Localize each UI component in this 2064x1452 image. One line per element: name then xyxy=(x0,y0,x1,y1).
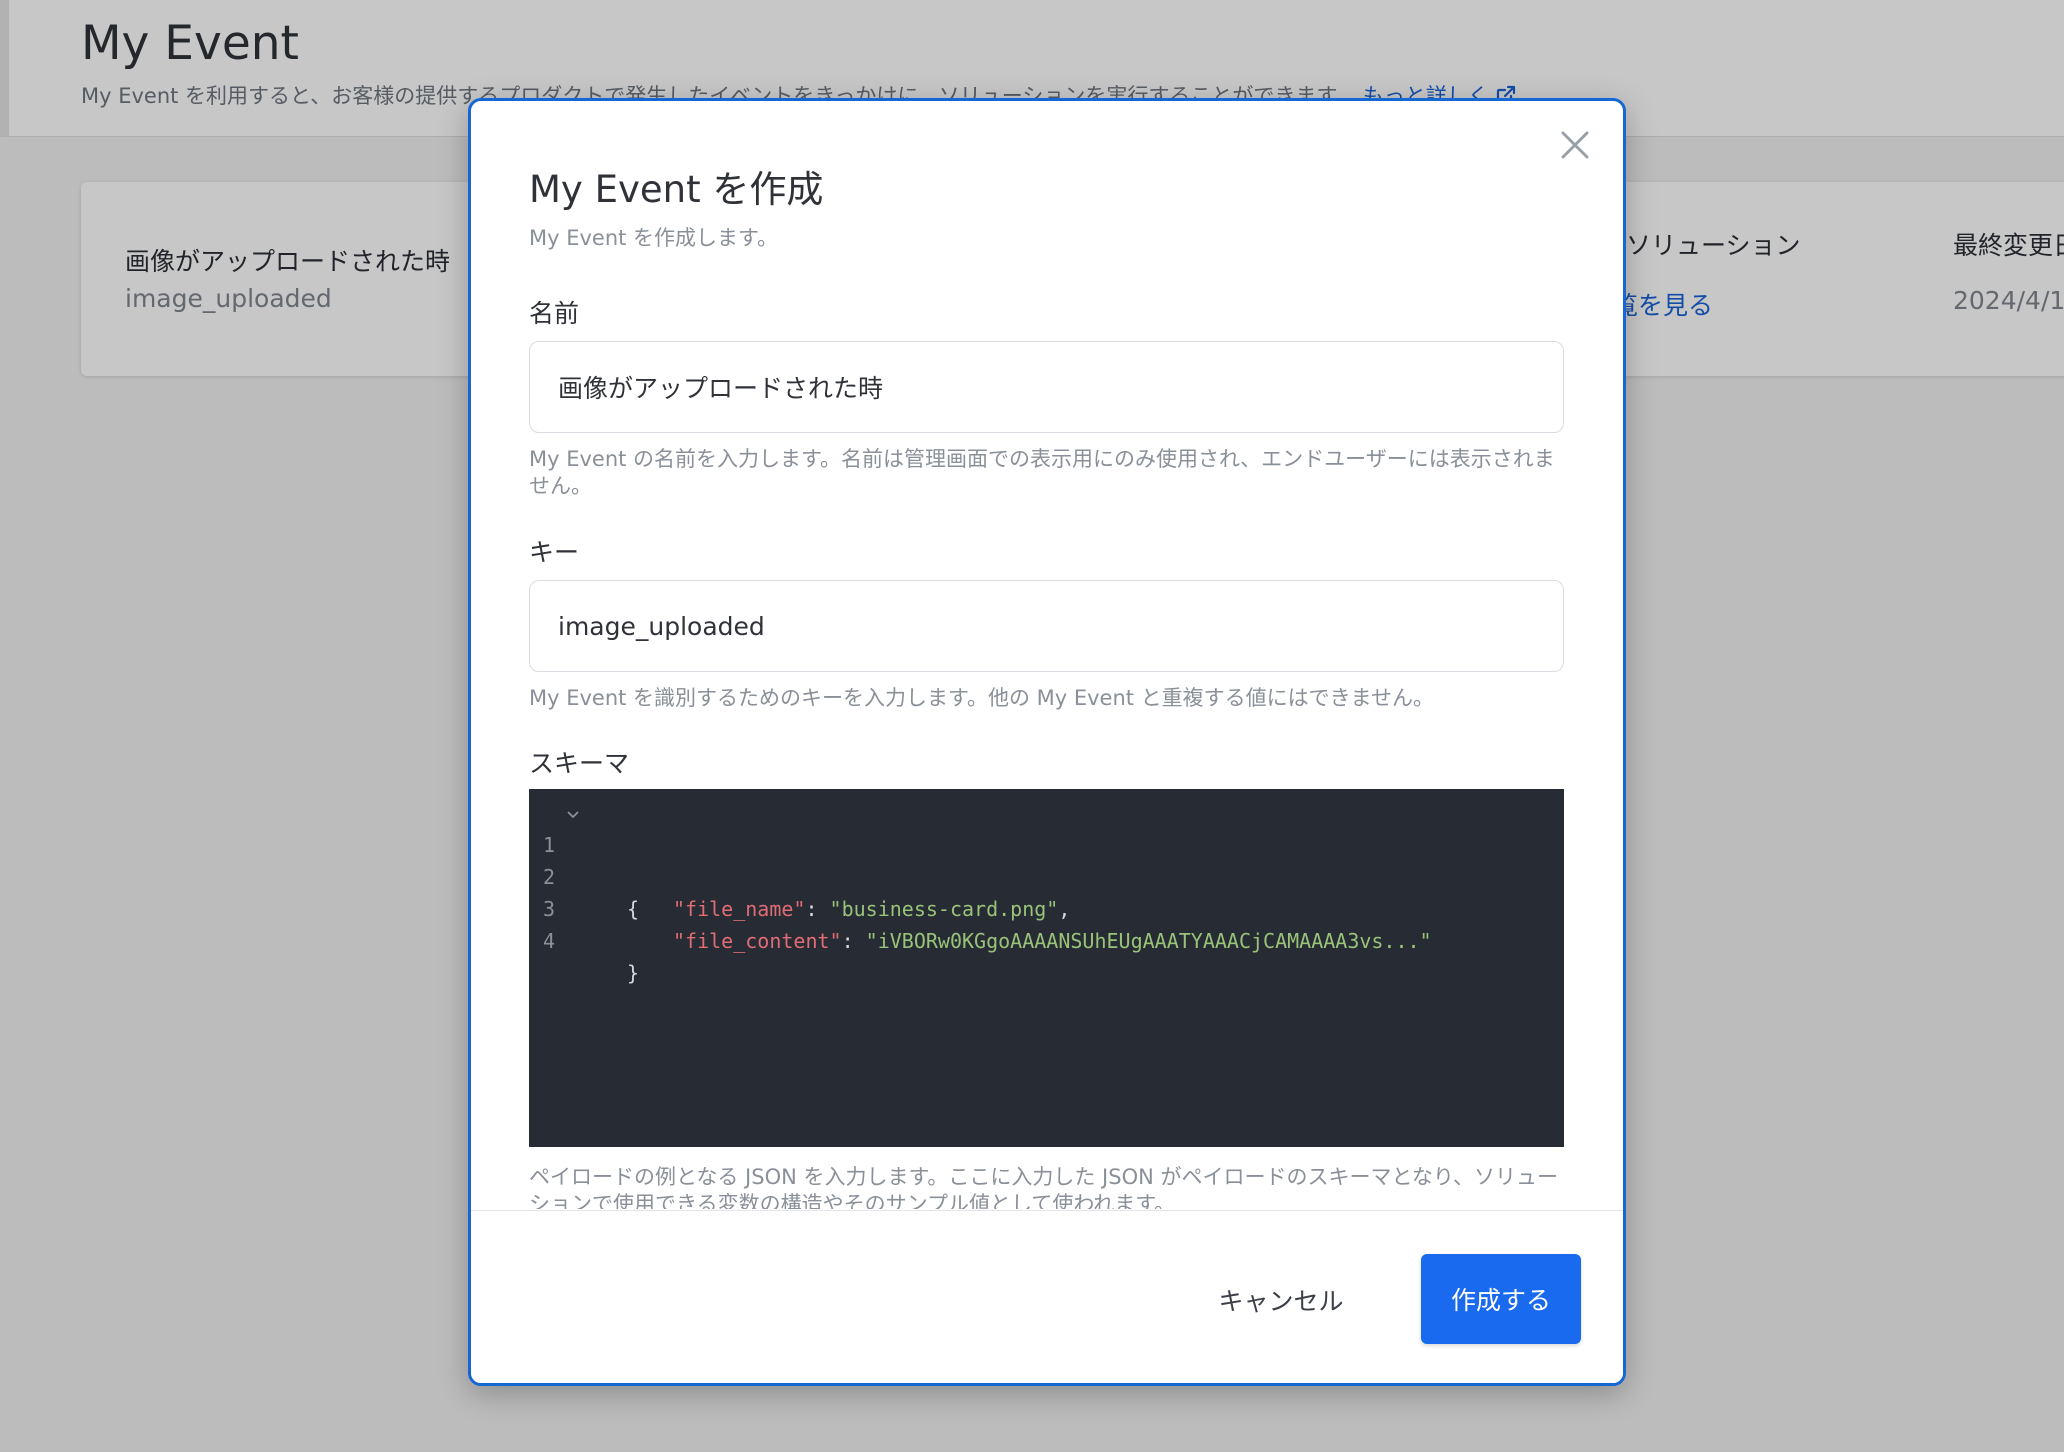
modal-body[interactable]: My Event を作成 My Event を作成します。 名前 My Even… xyxy=(471,101,1623,1209)
json-key: "file_content" xyxy=(673,929,842,953)
name-input[interactable] xyxy=(529,341,1564,433)
create-button[interactable]: 作成する xyxy=(1421,1254,1581,1344)
create-event-modal: My Event を作成 My Event を作成します。 名前 My Even… xyxy=(468,98,1626,1386)
name-help-text: My Event の名前を入力します。名前は管理画面での表示用にのみ使用され、エ… xyxy=(529,447,1555,498)
schema-label: スキーマ xyxy=(529,749,630,778)
name-label: 名前 xyxy=(529,299,580,328)
key-input[interactable] xyxy=(529,580,1564,672)
code-line: 1 { xyxy=(529,797,1564,921)
key-help-text: My Event を識別するためのキーを入力します。他の My Event と重… xyxy=(529,686,1435,710)
schema-code-editor[interactable]: 1 { 2 "file_name": "business-card.png", … xyxy=(529,789,1564,1147)
modal-footer: キャンセル 作成する xyxy=(471,1210,1623,1383)
chevron-down-icon[interactable] xyxy=(566,797,580,829)
key-label: キー xyxy=(529,538,580,567)
modal-subtitle: My Event を作成します。 xyxy=(529,226,778,250)
line-number: 4 xyxy=(543,929,556,953)
modal-title: My Event を作成 xyxy=(529,168,824,211)
schema-help-text: ペイロードの例となる JSON を入力します。ここに入力した JSON がペイロ… xyxy=(529,1165,1559,1209)
code-entry: "file_content": "iVBORw0KGgoAAAANSUhEUgA… xyxy=(673,929,1432,953)
code-line: 4 } xyxy=(529,893,1564,985)
code-close-brace: } xyxy=(627,961,640,985)
json-string: "iVBORw0KGgoAAAANSUhEUgAAATYAAACjCAMAAAA… xyxy=(865,929,1432,953)
code-line: 3 "file_content": "iVBORw0KGgoAAAANSUhEU… xyxy=(529,861,1564,953)
code-line: 2 "file_name": "business-card.png", xyxy=(529,829,1564,921)
cancel-button[interactable]: キャンセル xyxy=(1201,1255,1361,1345)
